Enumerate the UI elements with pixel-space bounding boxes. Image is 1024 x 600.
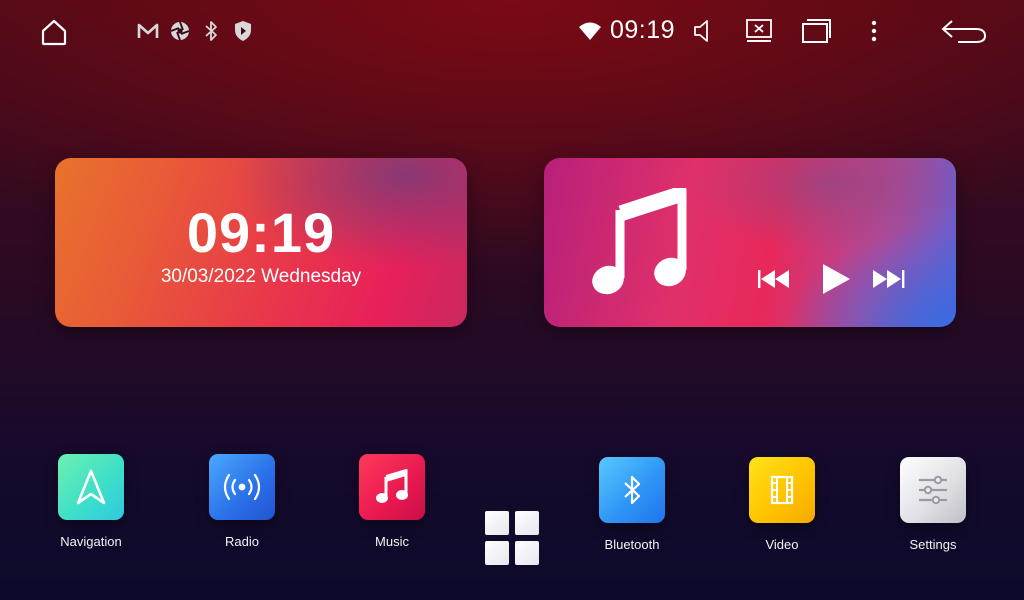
app-settings[interactable]: Settings <box>878 457 988 552</box>
volume-icon <box>694 20 708 42</box>
app-video[interactable]: Video <box>727 457 837 552</box>
music-widget[interactable] <box>544 158 956 327</box>
recent-apps-icon <box>802 19 831 43</box>
gmail-icon <box>136 20 160 42</box>
music-note-icon <box>592 188 688 298</box>
navigation-arrow-icon <box>58 454 124 520</box>
recent-apps-button[interactable] <box>800 16 832 46</box>
back-button[interactable] <box>938 16 988 46</box>
app-radio[interactable]: Radio <box>187 454 297 549</box>
screen-off-button[interactable] <box>744 16 774 46</box>
radio-waves-icon <box>209 454 275 520</box>
clock-date: 30/03/2022 Wednesday <box>160 266 362 287</box>
app-label-music: Music <box>375 534 409 549</box>
bluetooth-status-icon <box>200 18 222 44</box>
volume-button[interactable] <box>690 16 716 46</box>
aperture-icon <box>168 19 192 43</box>
app-navigation[interactable]: Navigation <box>36 454 146 549</box>
previous-button[interactable] <box>756 267 794 295</box>
film-icon <box>749 457 815 523</box>
home-button[interactable] <box>38 16 70 48</box>
next-button[interactable] <box>870 267 908 295</box>
app-bluetooth[interactable]: Bluetooth <box>577 457 687 552</box>
previous-icon <box>758 270 789 288</box>
back-icon <box>941 20 986 43</box>
status-time: 09:19 <box>610 16 676 44</box>
app-label-navigation: Navigation <box>60 534 122 549</box>
home-icon <box>41 19 67 46</box>
app-label-radio: Radio <box>225 534 259 549</box>
clock-widget[interactable]: 09:19 30/03/2022 Wednesday <box>55 158 467 327</box>
music-note-icon <box>359 454 425 520</box>
play-button[interactable] <box>820 262 856 300</box>
play-icon <box>823 264 850 294</box>
app-drawer-button[interactable] <box>485 511 539 565</box>
more-button[interactable] <box>864 16 884 46</box>
app-label-video: Video <box>765 537 799 552</box>
screen-off-icon <box>746 19 772 42</box>
app-label-settings: Settings <box>909 537 957 552</box>
sliders-icon <box>900 457 966 523</box>
more-icon <box>871 20 877 42</box>
next-icon <box>873 270 905 288</box>
app-label-bluetooth: Bluetooth <box>604 537 660 552</box>
clock-time: 09:19 <box>186 201 336 264</box>
app-music[interactable]: Music <box>337 454 447 549</box>
shield-icon <box>232 19 254 43</box>
wifi-icon <box>577 19 603 43</box>
bluetooth-icon <box>599 457 665 523</box>
